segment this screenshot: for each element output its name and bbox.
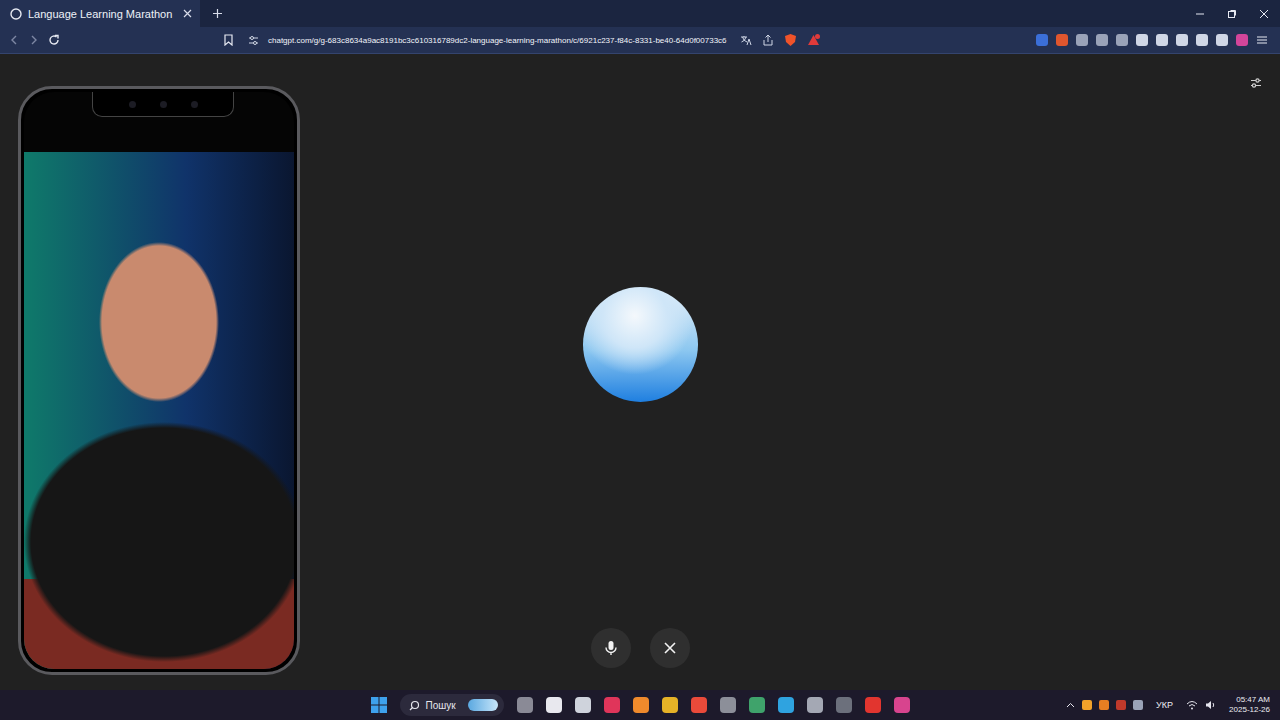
- extensions: [1036, 34, 1280, 46]
- new-tab-icon[interactable]: [212, 8, 223, 19]
- close-window-icon[interactable]: [1259, 9, 1269, 19]
- forward-icon[interactable]: [28, 34, 40, 46]
- extension-icon[interactable]: [1036, 34, 1048, 46]
- rewards-icon[interactable]: [807, 34, 820, 47]
- extension-icon[interactable]: [1096, 34, 1108, 46]
- taskbar-app-icon[interactable]: [575, 697, 591, 713]
- toolbar: chatgpt.com/g/g-683c8634a9ac8191bc3c6103…: [0, 27, 1280, 54]
- extension-icon[interactable]: [1076, 34, 1088, 46]
- taskbar-app-icon[interactable]: [691, 697, 707, 713]
- navigation: [0, 34, 60, 46]
- tray-icon[interactable]: [1133, 700, 1143, 710]
- close-tab-icon[interactable]: [183, 9, 192, 18]
- microphone-icon: [604, 640, 618, 656]
- tray-icon[interactable]: [1116, 700, 1126, 710]
- taskbar-app-icon[interactable]: [894, 697, 910, 713]
- person-photo: [24, 152, 294, 669]
- menu-icon[interactable]: [1256, 34, 1268, 46]
- window-controls: [1195, 9, 1280, 19]
- close-icon: [664, 642, 676, 654]
- extension-icon[interactable]: [1196, 34, 1208, 46]
- extension-icon[interactable]: [1156, 34, 1168, 46]
- taskbar-app-icon[interactable]: [749, 697, 765, 713]
- extension-icon[interactable]: [1236, 34, 1248, 46]
- search-icon: [409, 700, 420, 711]
- extension-icon[interactable]: [1136, 34, 1148, 46]
- volume-icon[interactable]: [1205, 700, 1216, 710]
- taskbar-app-icon[interactable]: [517, 697, 533, 713]
- search-highlight-icon: [468, 699, 498, 711]
- taskbar-app-icon[interactable]: [546, 697, 562, 713]
- minimize-icon[interactable]: [1195, 9, 1205, 19]
- wifi-icon[interactable]: [1186, 700, 1198, 710]
- screen: Language Learning Marathon chatgpt.com/g/…: [0, 0, 1280, 720]
- brave-shield-icon[interactable]: [784, 33, 797, 47]
- chatgpt-icon: [10, 8, 22, 20]
- camera-video: [24, 92, 294, 669]
- bookmark-icon[interactable]: [223, 34, 234, 46]
- clock[interactable]: 05:47 AM2025-12-26: [1229, 695, 1270, 715]
- back-icon[interactable]: [8, 34, 20, 46]
- input-language[interactable]: УКР: [1156, 700, 1173, 710]
- phone-notch: [92, 92, 234, 117]
- restore-icon[interactable]: [1227, 9, 1237, 19]
- tab-bar: Language Learning Marathon: [0, 0, 1280, 27]
- voice-call-view: [0, 54, 1280, 690]
- extension-icon[interactable]: [1176, 34, 1188, 46]
- taskbar-app-icon[interactable]: [662, 697, 678, 713]
- taskbar-app-icon[interactable]: [720, 697, 736, 713]
- settings-icon[interactable]: [1250, 77, 1262, 89]
- taskbar-app-icon[interactable]: [633, 697, 649, 713]
- taskbar-app-icon[interactable]: [778, 697, 794, 713]
- browser-tab[interactable]: Language Learning Marathon: [0, 0, 200, 27]
- site-info-icon[interactable]: [248, 35, 259, 46]
- taskbar-search[interactable]: Пошук: [400, 694, 504, 716]
- voice-orb: [583, 287, 698, 402]
- tray-icon[interactable]: [1082, 700, 1092, 710]
- share-icon[interactable]: [762, 34, 774, 46]
- windows-start-icon[interactable]: [371, 697, 387, 713]
- taskbar-app-icon[interactable]: [604, 697, 620, 713]
- taskbar-app-icon[interactable]: [836, 697, 852, 713]
- taskbar-app-icon[interactable]: [807, 697, 823, 713]
- call-controls: [591, 628, 690, 668]
- tray-icon[interactable]: [1099, 700, 1109, 710]
- extension-icon[interactable]: [1056, 34, 1068, 46]
- translate-icon[interactable]: [740, 34, 752, 46]
- phone-frame: [18, 86, 300, 675]
- extension-icon[interactable]: [1116, 34, 1128, 46]
- end-call-button[interactable]: [650, 628, 690, 668]
- url-text[interactable]: chatgpt.com/g/g-683c8634a9ac8191bc3c6103…: [268, 36, 727, 45]
- reload-icon[interactable]: [48, 34, 60, 46]
- taskbar-app-icon[interactable]: [865, 697, 881, 713]
- taskbar: Пошук УКР 05:47 AM2025-12-26: [0, 690, 1280, 720]
- address-bar[interactable]: chatgpt.com/g/g-683c8634a9ac8191bc3c6103…: [248, 33, 820, 47]
- mic-button[interactable]: [591, 628, 631, 668]
- extension-icon[interactable]: [1216, 34, 1228, 46]
- show-hidden-icons-icon[interactable]: [1066, 701, 1075, 710]
